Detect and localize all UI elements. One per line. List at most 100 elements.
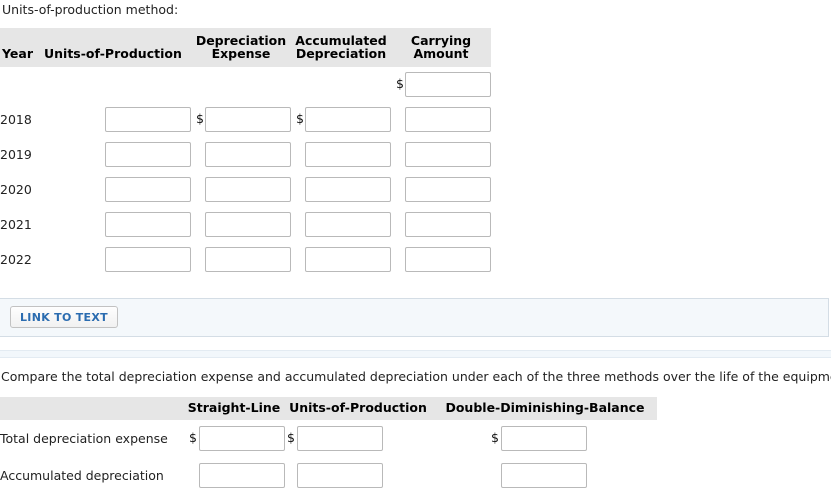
carrying-amount-2021-cell: $ xyxy=(391,207,491,242)
units-of-production-2019-wrapper: $ xyxy=(44,142,191,167)
carrying-amount-2021-input[interactable] xyxy=(405,212,491,237)
carrying-amount-2018-input[interactable] xyxy=(405,107,491,132)
accumulated-depreciation-2019-cell: $ xyxy=(291,137,391,172)
depreciation-expense-2021-wrapper: $ xyxy=(191,212,291,237)
carrying-amount-2022-cell: $ xyxy=(391,242,491,277)
depreciation-expense-2021-cell: $ xyxy=(191,207,291,242)
straight-line-currency-symbol: $ xyxy=(189,430,197,446)
table-row: 2019$$$$ xyxy=(0,137,491,172)
units-of-production-2022-cell: $ xyxy=(44,242,191,277)
accumulated-depreciation-2019-input[interactable] xyxy=(305,142,391,167)
accumulated-depreciation-2018-input[interactable] xyxy=(305,107,391,132)
units-of-production-2019-input[interactable] xyxy=(105,142,191,167)
depreciation-expense-2022-cell: $ xyxy=(191,242,291,277)
comparison-row-label: Total depreciation expense xyxy=(0,431,168,446)
units-of-production-2021-input[interactable] xyxy=(105,212,191,237)
units-of-production-2020-wrapper: $ xyxy=(44,177,191,202)
units-of-production-2019-cell: $ xyxy=(44,137,191,172)
accumulated-depreciation-2022-input[interactable] xyxy=(305,247,391,272)
row-year-label-2022: 2022 xyxy=(0,252,32,267)
straight-line-wrapper: $ xyxy=(185,426,285,451)
row-year-label-2020: 2020 xyxy=(0,182,32,197)
opening-carrying-amount-currency-symbol: $ xyxy=(396,76,404,92)
link-to-text-button[interactable]: LINK TO TEXT xyxy=(10,306,118,328)
straight-line-input[interactable] xyxy=(199,463,285,488)
opening-carrying-amount-input[interactable] xyxy=(405,72,491,97)
comparison-column-header-straight-line: Straight-Line xyxy=(185,397,283,420)
opening-row-empty-cell xyxy=(291,67,391,102)
depreciation-expense-2018-currency-symbol: $ xyxy=(196,111,204,127)
opening-carrying-amount-wrapper: $ xyxy=(391,72,491,97)
units-of-production-input[interactable] xyxy=(297,463,383,488)
accumulated-depreciation-2021-wrapper: $ xyxy=(291,212,391,237)
section-divider xyxy=(0,350,831,358)
methods-comparison-table: Straight-Line Units-of-Production Double… xyxy=(0,397,657,494)
units-of-production-2020-input[interactable] xyxy=(105,177,191,202)
units-of-production-input[interactable] xyxy=(297,426,383,451)
accumulated-depreciation-2020-cell: $ xyxy=(291,172,391,207)
depreciation-expense-2020-input[interactable] xyxy=(205,177,291,202)
opening-row-year-label xyxy=(0,67,44,102)
opening-row-empty-cell xyxy=(191,67,291,102)
depreciation-expense-2020-cell: $ xyxy=(191,172,291,207)
units-of-production-wrapper: $ xyxy=(283,426,433,451)
row-year-label-2018: 2018 xyxy=(0,112,32,127)
carrying-amount-2021-wrapper: $ xyxy=(391,212,491,237)
depreciation-expense-2021-input[interactable] xyxy=(205,212,291,237)
depreciation-expense-2019-input[interactable] xyxy=(205,142,291,167)
depreciation-expense-2022-input[interactable] xyxy=(205,247,291,272)
accumulated-depreciation-2020-input[interactable] xyxy=(305,177,391,202)
units-of-production-2018-cell: $ xyxy=(44,102,191,137)
compare-prompt: Compare the total depreciation expense a… xyxy=(1,369,831,384)
units-of-production-2022-input[interactable] xyxy=(105,247,191,272)
column-header-units-of-production: Units-of-Production xyxy=(44,28,191,67)
table-row: 2018 $ $ $ $ xyxy=(0,102,491,137)
straight-line-cell: $ xyxy=(185,420,285,457)
opening-carrying-amount-cell: $ xyxy=(391,67,491,102)
units-of-production-2020-cell: $ xyxy=(44,172,191,207)
units-of-production-cell: $ xyxy=(283,457,433,494)
carrying-amount-2020-wrapper: $ xyxy=(391,177,491,202)
straight-line-cell: $ xyxy=(185,457,285,494)
straight-line-input[interactable] xyxy=(199,426,285,451)
table-row: 2021$$$$ xyxy=(0,207,491,242)
units-of-production-2022-wrapper: $ xyxy=(44,247,191,272)
accumulated-depreciation-2018-wrapper: $ xyxy=(291,107,391,132)
carrying-amount-2020-input[interactable] xyxy=(405,177,491,202)
comparison-column-header-blank xyxy=(0,397,185,420)
double-diminishing-balance-input[interactable] xyxy=(501,426,587,451)
depreciation-expense-2018-input[interactable] xyxy=(205,107,291,132)
carrying-amount-2019-cell: $ xyxy=(391,137,491,172)
double-diminishing-balance-cell: $ xyxy=(433,457,657,494)
carrying-amount-2018-cell: $ xyxy=(391,102,491,137)
depreciation-expense-2018-wrapper: $ xyxy=(191,107,291,132)
depreciation-expense-2018-cell: $ xyxy=(191,102,291,137)
opening-row-empty-cell xyxy=(44,67,191,102)
opening-balance-row: $ xyxy=(0,67,491,102)
depreciation-expense-2020-wrapper: $ xyxy=(191,177,291,202)
double-diminishing-balance-input[interactable] xyxy=(501,463,587,488)
accumulated-depreciation-2021-input[interactable] xyxy=(305,212,391,237)
carrying-amount-2018-wrapper: $ xyxy=(391,107,491,132)
comparison-header-row: Straight-Line Units-of-Production Double… xyxy=(0,397,657,420)
column-header-carrying-amount: Carrying Amount xyxy=(391,28,491,67)
column-header-year: Year xyxy=(0,28,44,67)
carrying-amount-2019-wrapper: $ xyxy=(391,142,491,167)
link-to-text-panel: LINK TO TEXT xyxy=(0,298,829,337)
carrying-amount-2022-input[interactable] xyxy=(405,247,491,272)
row-year-label-2021: 2021 xyxy=(0,217,32,232)
section-intro-text: Units-of-production method: xyxy=(2,2,179,17)
units-of-production-currency-symbol: $ xyxy=(287,430,295,446)
accumulated-depreciation-2018-currency-symbol: $ xyxy=(296,111,304,127)
carrying-amount-2019-input[interactable] xyxy=(405,142,491,167)
units-of-production-table: Year Units-of-Production Depreciation Ex… xyxy=(0,28,491,277)
carrying-amount-2020-cell: $ xyxy=(391,172,491,207)
units-of-production-2021-wrapper: $ xyxy=(44,212,191,237)
table-header-row: Year Units-of-Production Depreciation Ex… xyxy=(0,28,491,67)
double-diminishing-balance-wrapper: $ xyxy=(433,463,657,488)
straight-line-wrapper: $ xyxy=(185,463,285,488)
column-header-depreciation-expense-line2: Expense xyxy=(211,46,271,61)
table-row: 2022$$$$ xyxy=(0,242,491,277)
units-of-production-2018-input[interactable] xyxy=(105,107,191,132)
units-of-production-wrapper: $ xyxy=(283,463,433,488)
